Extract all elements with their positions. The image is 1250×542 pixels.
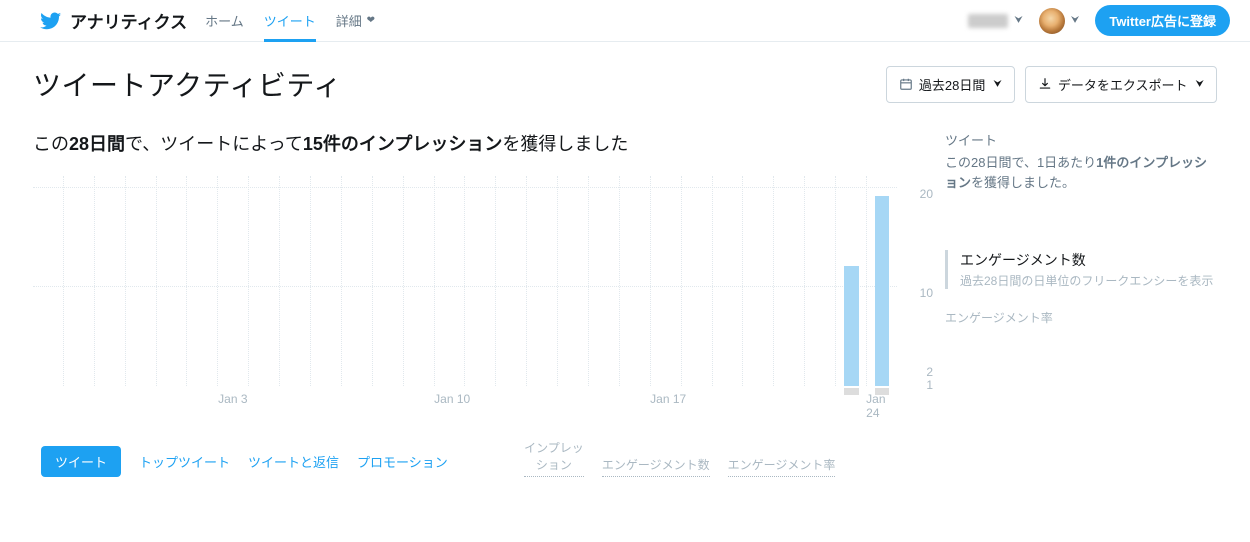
engagement-sub: 過去28日間の日単位のフリークエンシーを表示 [960, 272, 1217, 289]
chevron-down-icon: ❤ [364, 15, 375, 26]
side-chart-text: この28日間で、1日あたり1件のインプレッションを獲得しました。 [945, 153, 1217, 192]
tab-tweets-replies[interactable]: ツイートと返信 [248, 446, 339, 477]
account-name-redacted [968, 14, 1008, 28]
account-dropdown-avatar[interactable]: ⮟ [1039, 8, 1080, 34]
nav-more-label: 詳細 [336, 11, 362, 30]
tab-promoted[interactable]: プロモーション [357, 446, 448, 477]
avatar [1039, 8, 1065, 34]
nav-home[interactable]: ホーム [205, 0, 244, 42]
col-engagements[interactable]: エンゲージメント数 [602, 457, 710, 477]
twitter-ads-button[interactable]: Twitter広告に登録 [1095, 5, 1230, 36]
date-range-label: 過去28日間 [919, 75, 985, 94]
nav-more[interactable]: 詳細 ❤ [336, 0, 375, 42]
engagement-rate-cut: エンゲージメント率 [945, 309, 1217, 326]
twitter-logo-icon [40, 10, 62, 32]
download-icon [1038, 77, 1052, 91]
chevron-down-icon: ⮟ [1014, 15, 1023, 26]
impressions-chart: 201021 Jan 3Jan 10Jan 17Jan 24 [33, 176, 937, 416]
page-header: ツイートアクティビティ 過去28日間 ⮟ データをエクスポート ⮟ [25, 42, 1225, 122]
col-impressions[interactable]: インプレッション [524, 440, 584, 477]
page-title: ツイートアクティビティ [33, 64, 342, 104]
engagement-title: エンゲージメント数 [960, 250, 1217, 270]
chevron-down-icon: ⮟ [993, 79, 1002, 90]
chevron-down-icon: ⮟ [1071, 15, 1080, 26]
tweet-tabs: ツイート トップツイート ツイートと返信 プロモーション インプレッション エン… [33, 416, 937, 481]
tab-top-tweets[interactable]: トップツイート [139, 446, 230, 477]
side-chart-head: ツイート [945, 130, 1217, 149]
calendar-icon [899, 77, 913, 91]
impressions-summary: この28日間で、ツイートによって15件のインプレッションを獲得しました [33, 130, 937, 156]
account-dropdown-text[interactable]: ⮟ [968, 14, 1023, 28]
tab-tweets[interactable]: ツイート [41, 446, 121, 477]
engagement-section: エンゲージメント数 過去28日間の日単位のフリークエンシーを表示 [945, 250, 1217, 289]
top-nav: アナリティクス ホーム ツイート 詳細 ❤ ⮟ ⮟ Twitter広告に登録 [0, 0, 1250, 42]
brand-title: アナリティクス [70, 8, 187, 33]
export-label: データをエクスポート [1058, 75, 1188, 94]
col-engagement-rate[interactable]: エンゲージメント率 [728, 457, 836, 477]
chevron-down-icon: ⮟ [1196, 79, 1205, 90]
nav-tweets[interactable]: ツイート [264, 0, 316, 42]
export-button[interactable]: データをエクスポート ⮟ [1025, 66, 1217, 103]
date-range-button[interactable]: 過去28日間 ⮟ [886, 66, 1015, 103]
